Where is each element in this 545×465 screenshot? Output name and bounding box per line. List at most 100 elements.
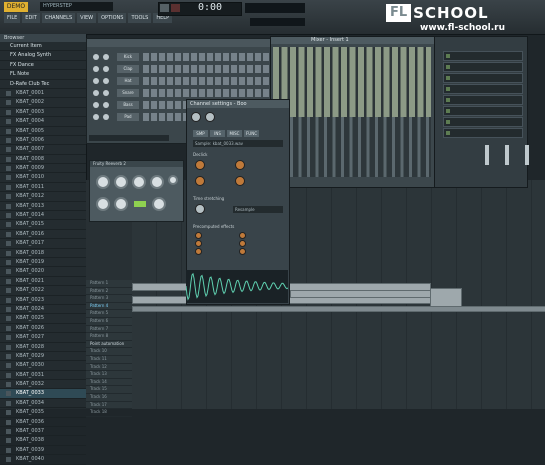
browser-sample-item[interactable]: KBAT_0040: [0, 455, 86, 465]
browser-sample-item[interactable]: KBAT_0031: [0, 371, 86, 381]
browser-sample-item[interactable]: KBAT_0007: [0, 145, 86, 155]
channel-settings-title[interactable]: Channel settings - Boo: [187, 100, 289, 108]
pattern-clip[interactable]: [430, 288, 462, 308]
channel-pan-knob[interactable]: [93, 102, 99, 108]
channel-name-button[interactable]: Kick: [117, 53, 139, 61]
playlist-track-name[interactable]: Pattern 7: [86, 326, 132, 334]
browser-sample-item[interactable]: KBAT_0013: [0, 202, 86, 212]
play-button[interactable]: [160, 4, 169, 12]
slot-enable-led[interactable]: [446, 109, 450, 113]
channel-pan-knob[interactable]: [205, 112, 215, 122]
channel-pan-knob[interactable]: [93, 114, 99, 120]
declick-in-knob[interactable]: [195, 160, 205, 170]
channel-name-button[interactable]: Bass: [117, 101, 139, 109]
channel-pan-knob[interactable]: [93, 90, 99, 96]
menu-item[interactable]: TOOLS: [128, 13, 152, 23]
browser-sample-item[interactable]: KBAT_0022: [0, 286, 86, 296]
menu-item[interactable]: CHANNELS: [41, 13, 76, 23]
browser-sample-item[interactable]: KBAT_0026: [0, 324, 86, 334]
playlist-track-name[interactable]: Track 16: [86, 394, 132, 402]
pattern-clip[interactable]: [132, 306, 545, 312]
browser-sample-item[interactable]: KBAT_0032: [0, 380, 86, 390]
menu-item[interactable]: EDIT: [22, 13, 40, 23]
playlist-track-name[interactable]: Track 11: [86, 356, 132, 364]
browser-sample-item[interactable]: KBAT_0035: [0, 408, 86, 418]
browser-sample-item[interactable]: KBAT_0029: [0, 352, 86, 362]
menu-item[interactable]: VIEW: [77, 13, 97, 23]
record-button[interactable]: [171, 4, 180, 12]
browser-sample-item[interactable]: KBAT_0028: [0, 343, 86, 352]
channel-volume-knob[interactable]: [103, 102, 109, 108]
tab-smp[interactable]: SMP: [193, 130, 208, 137]
slot-enable-led[interactable]: [446, 54, 450, 58]
browser-sample-item[interactable]: KBAT_0037: [0, 427, 86, 437]
tab-misc[interactable]: MISC: [227, 130, 242, 137]
browser-sample-item[interactable]: KBAT_0010: [0, 173, 86, 183]
channel-name-button[interactable]: Hat: [117, 77, 139, 85]
browser-sample-item[interactable]: KBAT_0039: [0, 446, 86, 456]
plugin-knob[interactable]: [96, 175, 110, 189]
loop-knob[interactable]: [195, 176, 205, 186]
browser-sample-item[interactable]: KBAT_0012: [0, 192, 86, 202]
tab-ins[interactable]: INS: [210, 130, 225, 137]
slot-enable-led[interactable]: [446, 65, 450, 69]
channel-volume-knob[interactable]: [103, 54, 109, 60]
playlist-track-name[interactable]: Track 13: [86, 371, 132, 379]
step-sequencer-titlebar[interactable]: [87, 39, 271, 47]
browser-sample-item[interactable]: KBAT_0033: [0, 389, 86, 399]
effect-knob[interactable]: [239, 232, 246, 239]
channel-volume-knob[interactable]: [103, 78, 109, 84]
browser-sample-item[interactable]: KBAT_0008: [0, 155, 86, 165]
browser-sample-item[interactable]: KBAT_0009: [0, 164, 86, 174]
plugin-knob[interactable]: [132, 175, 146, 189]
browser-sample-item[interactable]: KBAT_0014: [0, 211, 86, 221]
browser-sample-item[interactable]: KBAT_0025: [0, 314, 86, 324]
channel-pan-knob[interactable]: [93, 78, 99, 84]
effect-slot[interactable]: [443, 117, 523, 127]
slot-enable-led[interactable]: [446, 120, 450, 124]
browser-sample-item[interactable]: KBAT_0024: [0, 305, 86, 315]
pattern-clip[interactable]: [290, 290, 432, 298]
effect-knob[interactable]: [239, 248, 246, 255]
channel-name-button[interactable]: Clap: [117, 65, 139, 73]
app-logo[interactable]: DEMO: [4, 2, 28, 12]
send-fader[interactable]: [525, 145, 529, 165]
effect-slot[interactable]: [443, 95, 523, 105]
plugin-knob[interactable]: [152, 197, 166, 211]
effect-knob[interactable]: [239, 240, 246, 247]
channel-pan-knob[interactable]: [93, 66, 99, 72]
menu-item[interactable]: FILE: [4, 13, 21, 23]
browser-folder[interactable]: FL Note: [0, 70, 86, 80]
plugin-knob[interactable]: [114, 175, 128, 189]
channel-volume-knob[interactable]: [103, 90, 109, 96]
browser-sample-item[interactable]: KBAT_0034: [0, 399, 86, 409]
channel-volume-knob[interactable]: [191, 112, 201, 122]
step-buttons[interactable]: [143, 53, 269, 61]
browser-sample-item[interactable]: KBAT_0038: [0, 436, 86, 446]
mixer-title[interactable]: Mixer - Insert 1: [271, 37, 435, 44]
playlist-track-name[interactable]: Track 15: [86, 386, 132, 394]
effect-slot[interactable]: [443, 128, 523, 138]
tab-func[interactable]: FUNC: [244, 130, 259, 137]
channel-volume-knob[interactable]: [103, 66, 109, 72]
browser-sample-item[interactable]: KBAT_0015: [0, 220, 86, 230]
send-fader[interactable]: [505, 145, 509, 165]
browser-folder[interactable]: FX Dance: [0, 61, 86, 71]
sample-path-field[interactable]: Sample: kbat_0033.wav: [193, 140, 283, 147]
effect-slot[interactable]: [443, 51, 523, 61]
slot-enable-led[interactable]: [446, 76, 450, 80]
browser-sample-item[interactable]: KBAT_0036: [0, 418, 86, 428]
mixer-faders[interactable]: [273, 117, 431, 177]
playlist-track-name[interactable]: Pattern 3: [86, 295, 132, 303]
playlist-track-name[interactable]: Pattern 6: [86, 318, 132, 326]
browser-sample-item[interactable]: KBAT_0005: [0, 127, 86, 136]
playlist-track-name[interactable]: Pattern 4: [86, 303, 132, 311]
browser-sample-item[interactable]: KBAT_0002: [0, 98, 86, 108]
playlist-track-name[interactable]: Track 18: [86, 409, 132, 417]
playlist-track-name[interactable]: Track 10: [86, 348, 132, 356]
browser-sample-item[interactable]: KBAT_0003: [0, 108, 86, 118]
pitch-knob[interactable]: [195, 204, 205, 214]
plugin-knob[interactable]: [96, 197, 110, 211]
playlist-track-name[interactable]: Pattern 5: [86, 310, 132, 318]
playlist-track-name[interactable]: Pattern 1: [86, 280, 132, 288]
